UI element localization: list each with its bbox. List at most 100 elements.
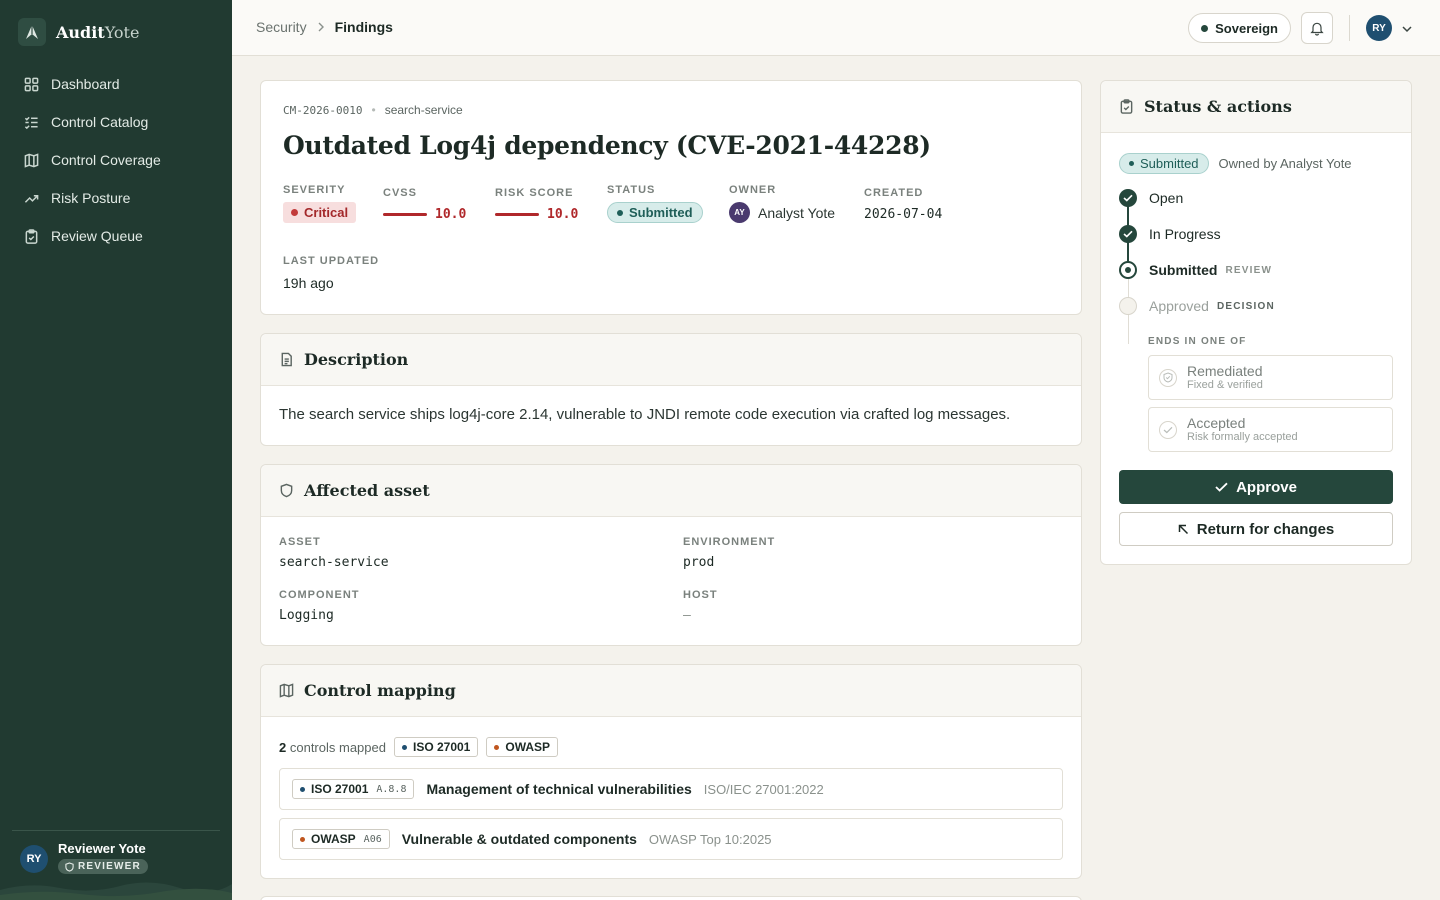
control-title: Vulnerable & outdated components [401, 831, 637, 847]
account-avatar[interactable]: RY [1366, 15, 1392, 41]
control-framework-tag: OWASP A06 [292, 829, 390, 849]
clipboard-check-icon [25, 228, 38, 244]
brand-name-light: Yote [104, 22, 140, 42]
trend-icon [24, 194, 39, 203]
severity-label: SEVERITY [283, 184, 346, 196]
arrow-up-left-icon [1178, 524, 1188, 534]
control-row[interactable]: ISO 27001 A.8.8 Management of technical v… [279, 768, 1063, 810]
sidebar-item-label: Review Queue [51, 228, 143, 244]
status-badge-label: Submitted [1140, 156, 1199, 171]
step-tag: REVIEW [1225, 264, 1273, 276]
iso-dot [401, 744, 407, 750]
environment-label: ENVIRONMENT [683, 536, 776, 548]
description-header: Description [261, 334, 1081, 386]
shield-check-icon [1159, 368, 1177, 387]
notifications-button[interactable] [1301, 12, 1333, 44]
sidebar-item-label: Control Coverage [51, 152, 161, 168]
workflow-steps: Open In Progress Submitted REVIEW Approv… [1119, 180, 1395, 344]
breadcrumb-current: Findings [334, 19, 393, 35]
tenant-switcher[interactable]: Sovereign [1188, 13, 1291, 43]
user-profile[interactable]: RY Reviewer Yote REVIEWER [20, 841, 148, 875]
created-field: CREATED 2026-07-04 [864, 187, 942, 222]
workflow-step-submitted: Submitted REVIEW [1119, 252, 1395, 288]
breadcrumb-parent[interactable]: Security [256, 19, 307, 35]
shield-icon [280, 483, 293, 498]
approve-label: Approve [1236, 478, 1297, 496]
step-label: Approved [1149, 298, 1209, 314]
sidebar-item-label: Risk Posture [51, 190, 131, 206]
asset-value: search-service [279, 555, 389, 570]
return-for-changes-button[interactable]: Return for changes [1119, 512, 1393, 546]
risk-score-field: RISK SCORE 10.0 [495, 187, 578, 222]
workflow-step-open: Open [1119, 180, 1395, 216]
cvss-value: 10.0 [435, 207, 467, 222]
framework-name: ISO 27001 [412, 740, 471, 754]
framework-tag-owasp[interactable]: OWASP [486, 737, 559, 757]
status-summary: Submitted Owned by Analyst Yote [1119, 153, 1352, 174]
environment-value: prod [683, 555, 715, 570]
brand[interactable]: AuditYote [18, 18, 139, 46]
control-framework: OWASP [311, 832, 356, 846]
status-dot [617, 209, 623, 216]
step-label: In Progress [1149, 226, 1221, 242]
check-icon [1215, 482, 1228, 492]
component-value: Logging [279, 608, 334, 623]
user-name: Reviewer Yote [58, 841, 146, 856]
risk-score-value: 10.0 [547, 207, 579, 222]
end-state-name: Remediated [1187, 362, 1263, 379]
description-text: The search service ships log4j-core 2.14… [279, 406, 1011, 423]
role-badge: REVIEWER [58, 859, 148, 874]
cvss-score: 10.0 [383, 207, 466, 222]
sidebar-item-dashboard[interactable]: Dashboard [12, 65, 220, 103]
topbar: Security Findings Sovereign RY [232, 0, 1440, 56]
sidebar-item-control-coverage[interactable]: Control Coverage [12, 141, 220, 179]
check-icon [1119, 189, 1137, 207]
severity-badge: Critical [283, 202, 357, 223]
owner-field: OWNER AY Analyst Yote [729, 184, 835, 223]
owasp-dot [494, 744, 500, 750]
severity-dot [291, 209, 298, 216]
sidebar-divider [12, 830, 220, 831]
end-state-accepted: Accepted Risk formally accepted [1148, 407, 1393, 452]
approve-button[interactable]: Approve [1119, 470, 1393, 504]
sidebar-item-risk-posture[interactable]: Risk Posture [12, 179, 220, 217]
control-code: A.8.8 [376, 783, 407, 795]
sidebar-item-label: Control Catalog [51, 114, 149, 130]
status-label: STATUS [607, 184, 656, 196]
owner-value[interactable]: AY Analyst Yote [729, 202, 835, 223]
risk-score-label: RISK SCORE [495, 187, 574, 199]
step-label: Submitted [1149, 262, 1218, 278]
sidebar-item-control-catalog[interactable]: Control Catalog [12, 103, 220, 141]
finding-meta: CM-2026-0010 • search-service [283, 103, 463, 117]
sidebar-item-review-queue[interactable]: Review Queue [12, 217, 220, 255]
current-step-icon [1119, 261, 1137, 279]
created-label: CREATED [864, 187, 924, 199]
cvss-bar [383, 213, 427, 216]
chevron-right-icon [317, 20, 325, 35]
list-check-icon [24, 116, 38, 129]
sidebar-nav: Dashboard Control Catalog Control Covera… [12, 65, 220, 255]
risk-score: 10.0 [495, 207, 578, 222]
chevron-down-icon[interactable] [1402, 20, 1412, 36]
status-value: Submitted [629, 205, 693, 220]
control-standard: ISO/IEC 27001:2022 [703, 781, 824, 797]
severity-value: Critical [304, 205, 349, 220]
environment-field: ENVIRONMENT prod [683, 536, 775, 570]
cvss-field: CVSS 10.0 [383, 187, 466, 222]
brand-name: AuditYote [56, 23, 139, 42]
framework-tag-iso[interactable]: ISO 27001 [393, 737, 479, 757]
end-state-name: Accepted [1187, 414, 1246, 431]
cvss-label: CVSS [383, 187, 417, 199]
asset-field: ASSET search-service [279, 536, 389, 570]
host-label: HOST [683, 589, 718, 601]
host-field: HOST — [683, 589, 718, 623]
owner-avatar: AY [729, 202, 750, 223]
status-header: Status & actions [1101, 81, 1411, 133]
control-standard: OWASP Top 10:2025 [648, 831, 772, 847]
dashboard-icon [24, 77, 39, 91]
finding-service[interactable]: search-service [385, 103, 463, 117]
control-row[interactable]: OWASP A06 Vulnerable & outdated component… [279, 818, 1063, 860]
mapping-count: 2 [279, 739, 287, 755]
role-label: REVIEWER [78, 861, 141, 872]
logo-icon [18, 18, 46, 46]
